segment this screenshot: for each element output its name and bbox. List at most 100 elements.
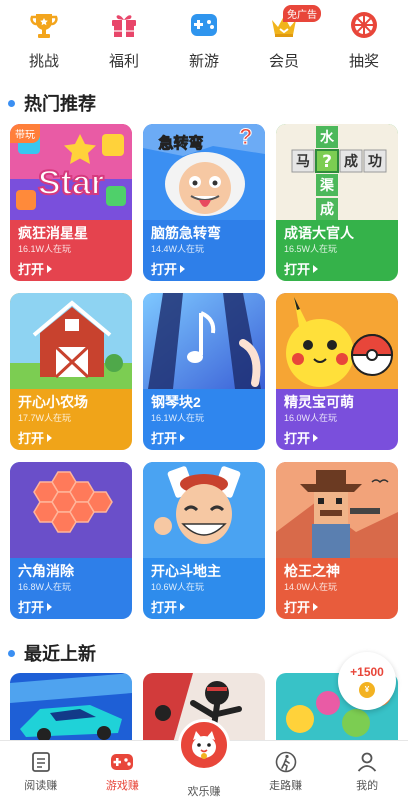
- tab-label: 欢乐赚: [187, 786, 221, 798]
- svg-text:?: ?: [239, 124, 252, 149]
- coin-icon: ¥: [359, 681, 375, 698]
- game-card[interactable]: 枪王之神 14.0W人在玩 打开: [276, 462, 398, 619]
- open-button[interactable]: 打开: [284, 428, 319, 447]
- open-button[interactable]: 打开: [18, 597, 53, 616]
- coin-reward-bubble[interactable]: +1500 ¥: [338, 652, 396, 710]
- play-arrow-icon: [180, 264, 186, 273]
- game-art-piano: [143, 293, 265, 389]
- open-label: 打开: [18, 600, 45, 615]
- open-label: 打开: [18, 431, 45, 446]
- game-card[interactable]: 钢琴块2 16.1W人在玩 打开: [143, 293, 265, 450]
- open-button[interactable]: 打开: [18, 428, 53, 447]
- game-card[interactable]: 水 马 ? 成 功 渠 成 成语大官人 16.5W人在玩 打开: [276, 124, 398, 281]
- svg-text:成: 成: [320, 201, 334, 218]
- svg-text:马: 马: [296, 154, 310, 170]
- game-name: 成语大官人: [284, 225, 354, 241]
- tab-read-earn[interactable]: 阅读赚: [1, 741, 81, 799]
- tab-label: 游戏赚: [105, 780, 139, 792]
- book-icon: [31, 752, 50, 772]
- hot-section-title: 热门推荐: [8, 90, 96, 116]
- play-arrow-icon: [47, 264, 53, 273]
- game-name: 开心小农场: [18, 394, 88, 410]
- tab-happy-earn[interactable]: 欢乐赚: [164, 719, 244, 799]
- section-title-text: 最近上新: [24, 644, 96, 664]
- game-players: 14.0W人在玩: [284, 582, 338, 592]
- nav-membership[interactable]: 免广告 会员: [249, 5, 321, 80]
- nav-label: 挑战: [28, 53, 59, 70]
- lottery-wheel-icon: [347, 8, 381, 42]
- open-button[interactable]: 打开: [284, 259, 319, 278]
- bottom-tab-bar: 阅读赚 游戏赚 欢乐赚 走路赚 我的: [0, 719, 408, 799]
- game-players: 16.1W人在玩: [18, 244, 72, 254]
- tab-mine[interactable]: 我的: [327, 741, 407, 799]
- svg-text:?: ?: [322, 152, 332, 172]
- nav-label: 新游: [188, 53, 219, 70]
- nav-new-games[interactable]: 新游: [169, 8, 239, 80]
- open-button[interactable]: 打开: [151, 597, 186, 616]
- gift-icon: [107, 8, 141, 42]
- person-icon: [357, 752, 377, 772]
- game-name: 开心斗地主: [151, 563, 221, 579]
- svg-text:Star: Star: [38, 164, 104, 202]
- game-players: 16.1W人在玩: [151, 413, 205, 423]
- game-art-idiom: 水 马 ? 成 功 渠 成: [276, 124, 398, 220]
- section-title-text: 热门推荐: [24, 94, 96, 114]
- open-button[interactable]: 打开: [151, 259, 186, 278]
- game-players: 16.8W人在玩: [18, 582, 72, 592]
- game-players: 14.4W人在玩: [151, 244, 205, 254]
- open-label: 打开: [151, 431, 178, 446]
- gamepad-icon: [111, 754, 134, 770]
- game-card[interactable]: 开心小农场 17.7W人在玩 打开: [10, 293, 132, 450]
- game-card[interactable]: 开心斗地主 10.6W人在玩 打开: [143, 462, 265, 619]
- ad-free-badge: 免广告: [283, 5, 321, 22]
- game-name: 六角消除: [18, 563, 74, 579]
- play-arrow-icon: [180, 602, 186, 611]
- game-players: 10.6W人在玩: [151, 582, 205, 592]
- nav-lottery[interactable]: 抽奖: [329, 8, 399, 80]
- game-card[interactable]: 急转弯 ? 脑筋急转弯 14.4W人在玩 打开: [143, 124, 265, 281]
- play-arrow-icon: [313, 433, 319, 442]
- play-arrow-icon: [313, 264, 319, 273]
- play-arrow-icon: [313, 602, 319, 611]
- lucky-cat-icon: [177, 719, 230, 771]
- tab-label: 阅读赚: [24, 780, 58, 792]
- game-players: 16.0W人在玩: [284, 413, 338, 423]
- nav-challenge[interactable]: 挑战: [9, 8, 79, 80]
- nav-label: 抽奖: [348, 53, 379, 70]
- game-card[interactable]: 精灵宝可萌 16.0W人在玩 打开: [276, 293, 398, 450]
- gamepad-icon: [187, 8, 221, 42]
- top-nav: 挑战 福利 新游 免广告 会员 抽奖: [0, 0, 408, 80]
- nav-welfare[interactable]: 福利: [89, 8, 159, 80]
- svg-text:渠: 渠: [319, 177, 335, 194]
- game-name: 精灵宝可萌: [284, 394, 354, 410]
- game-card[interactable]: 六角消除 16.8W人在玩 打开: [10, 462, 132, 619]
- game-card[interactable]: Star 带玩 疯狂消星星 16.1W人在玩 打开: [10, 124, 132, 281]
- game-grid: Star 带玩 疯狂消星星 16.1W人在玩 打开 急转弯 ? 脑筋急转弯 14…: [10, 124, 400, 619]
- open-label: 打开: [151, 262, 178, 277]
- game-name: 脑筋急转弯: [151, 225, 221, 241]
- tab-walk-earn[interactable]: 走路赚: [246, 741, 326, 799]
- tab-label: 我的: [356, 780, 379, 792]
- section-dot: [8, 99, 15, 107]
- play-arrow-icon: [180, 433, 186, 442]
- game-art-einstein: 急转弯 ?: [143, 124, 265, 220]
- trophy-icon: [27, 8, 61, 42]
- game-art-doudizhu: [143, 462, 265, 558]
- svg-text:水: 水: [320, 129, 335, 146]
- game-art-hexagon: [10, 462, 132, 558]
- play-arrow-icon: [47, 602, 53, 611]
- game-art-farm: [10, 293, 132, 389]
- coin-amount: +1500: [350, 664, 384, 679]
- art-title-text: 急转弯: [158, 134, 203, 152]
- play-arrow-icon: [47, 433, 53, 442]
- open-button[interactable]: 打开: [151, 428, 186, 447]
- walking-icon: [275, 751, 296, 773]
- open-button[interactable]: 打开: [18, 259, 53, 278]
- open-button[interactable]: 打开: [284, 597, 319, 616]
- game-art-pokemon: [276, 293, 398, 389]
- tab-label: 走路赚: [269, 780, 303, 792]
- game-players: 16.5W人在玩: [284, 244, 338, 254]
- tab-game-earn[interactable]: 游戏赚: [82, 741, 162, 799]
- game-name: 疯狂消星星: [18, 225, 88, 241]
- recent-game-card[interactable]: [10, 673, 132, 743]
